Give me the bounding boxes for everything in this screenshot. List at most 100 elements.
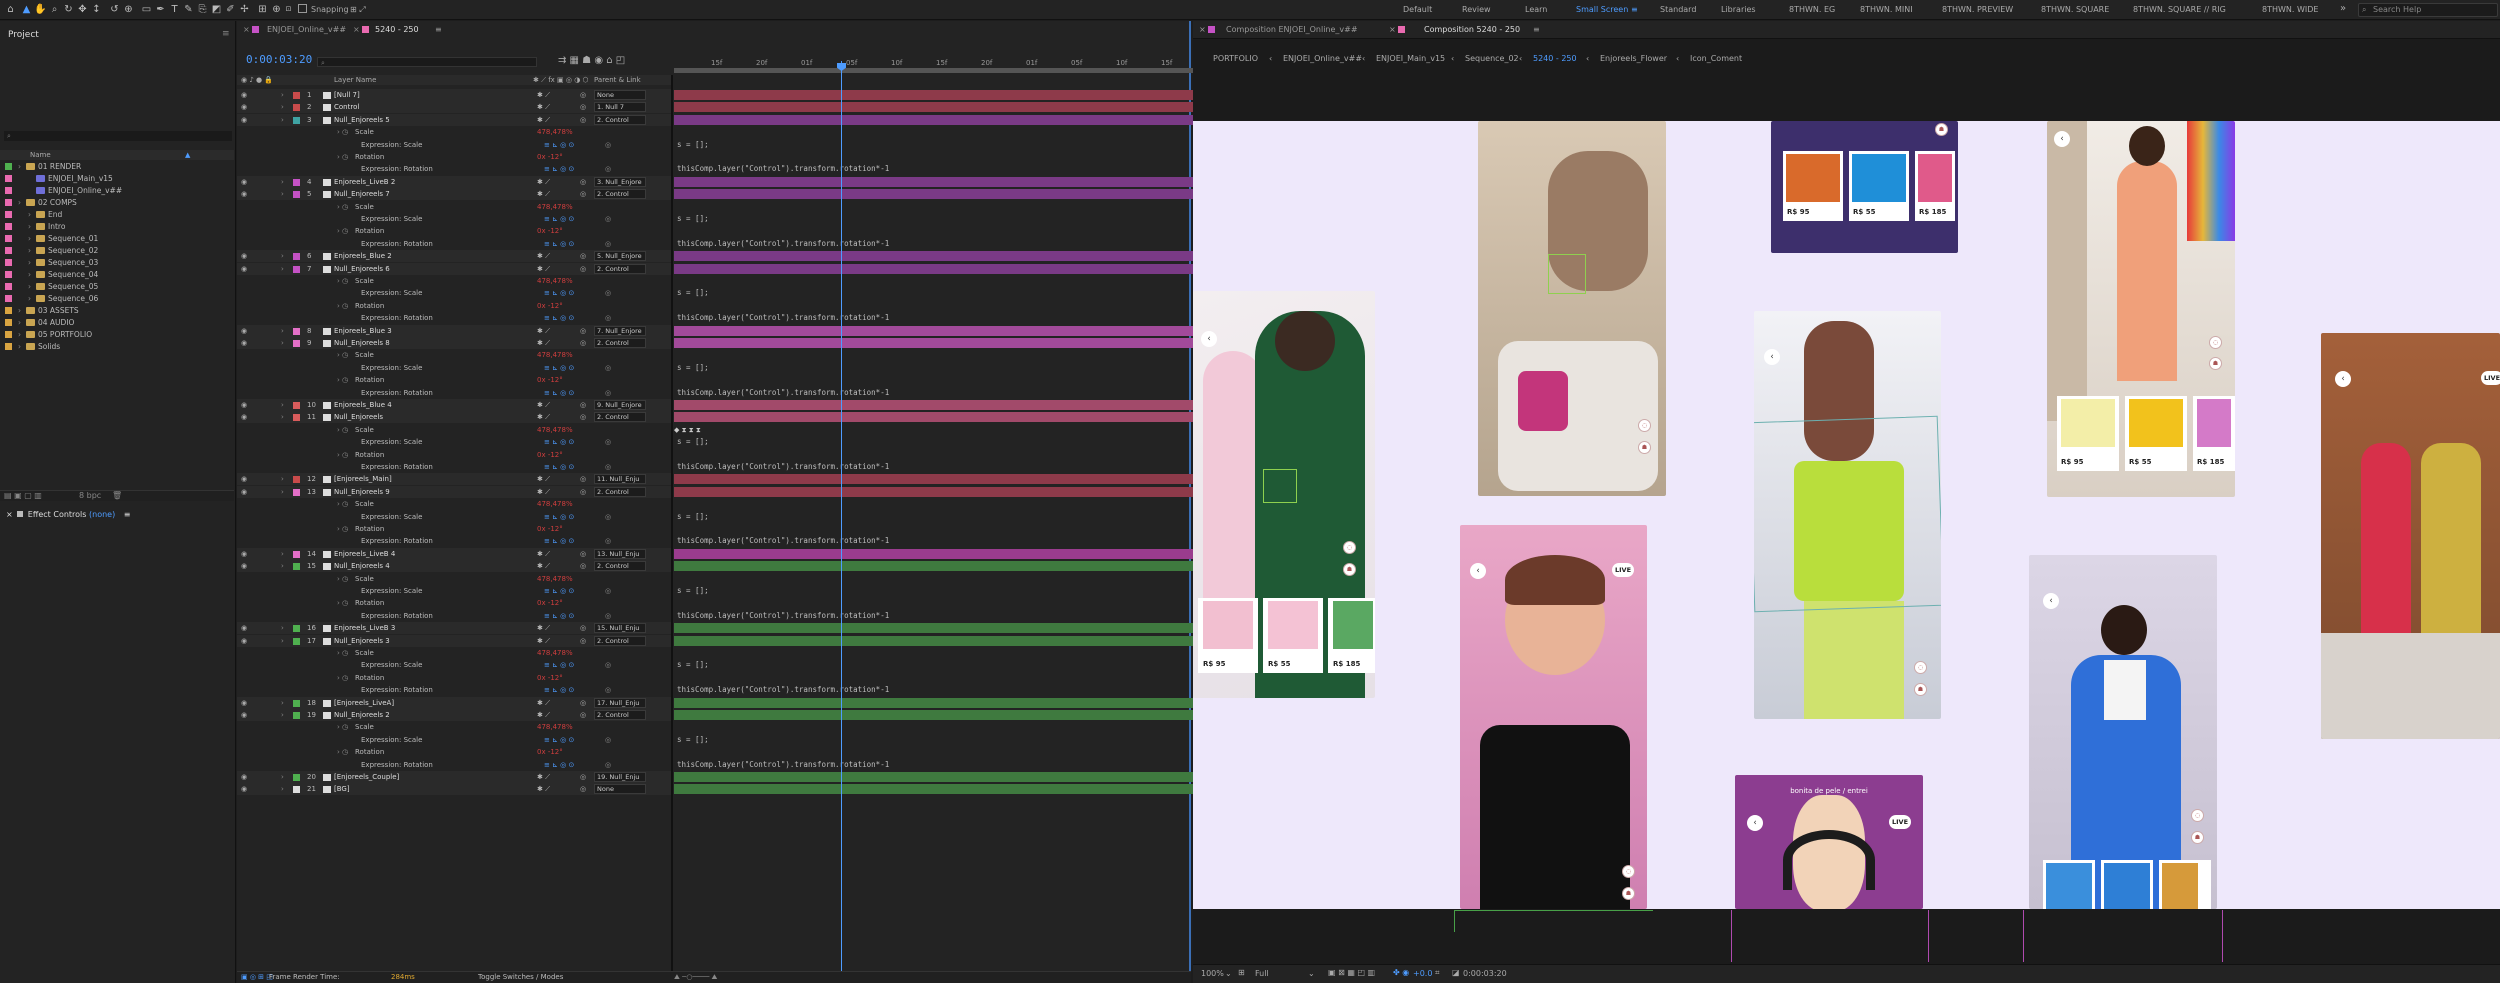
layer-label-swatch[interactable]	[293, 253, 300, 261]
visibility-eye-icon[interactable]: ◉	[241, 114, 247, 126]
layer-twirl-icon[interactable]: ›	[281, 250, 284, 262]
property-row[interactable]: › ◷ Scale 478,478%	[237, 275, 671, 287]
project-item[interactable]: › Solids	[0, 341, 234, 352]
layer-name[interactable]: Enjoreels_Blue 3	[334, 325, 392, 337]
layer-label-swatch[interactable]	[293, 637, 300, 645]
layer-switches-icon[interactable]: ✱ ⟋	[537, 486, 550, 498]
property-value[interactable]: 478,478%	[537, 498, 573, 510]
tab-close-icon[interactable]: ×	[243, 25, 250, 34]
effect-controls-close-icon[interactable]: ×	[6, 510, 13, 519]
property-value[interactable]: 478,478%	[537, 424, 573, 436]
layer-switches-icon[interactable]: ✱ ⟋	[537, 101, 550, 113]
property-row[interactable]: Expression: Scale ≡ ⊾ ◎ ⊙ ◎	[237, 585, 671, 597]
rotate-tool-icon[interactable]: ↺	[108, 3, 121, 16]
layer-label-swatch[interactable]	[293, 92, 300, 99]
expression-pickwhip-icon[interactable]: ◎	[605, 734, 611, 746]
interpret-footage-icon[interactable]: ▤ ▣ ▢ ▥	[4, 491, 42, 500]
property-row[interactable]: Expression: Scale ≡ ⊾ ◎ ⊙ ◎	[237, 436, 671, 448]
breadcrumb-item[interactable]: 5240 - 250	[1533, 54, 1577, 63]
workspace-8thwn-square-rig[interactable]: 8THWN. SQUARE // RIG	[2133, 5, 2226, 14]
project-item[interactable]: ENJOEI_Main_v15	[0, 173, 234, 184]
layer-switches-icon[interactable]: ✱ ⟋	[537, 709, 550, 721]
expression-pickwhip-icon[interactable]: ◎	[605, 659, 611, 671]
effect-controls-tab[interactable]: × Effect Controls (none) ≡	[6, 510, 130, 519]
expression-text[interactable]: s = [];	[677, 512, 709, 521]
property-value[interactable]: 478,478%	[537, 647, 573, 659]
label-color-swatch[interactable]	[5, 307, 12, 314]
property-row[interactable]: Expression: Rotation ≡ ⊾ ◎ ⊙ ◎	[237, 684, 671, 696]
workspace-menu-icon[interactable]: ≡	[1631, 5, 1638, 14]
layer-switches-icon[interactable]: ✱ ⟋	[537, 473, 550, 485]
layer-twirl-icon[interactable]: ›	[281, 325, 284, 337]
tab-close-icon-2[interactable]: ×	[353, 25, 360, 34]
property-row[interactable]: › ◷ Rotation 0x -12°	[237, 746, 671, 758]
visibility-eye-icon[interactable]: ◉	[241, 622, 247, 634]
visibility-eye-icon[interactable]: ◉	[241, 635, 247, 647]
layer-row[interactable]: ◉ › 10 Enjoreels_Blue 4 ✱ ⟋ ◎ 9. Null_Enjore	[237, 399, 671, 411]
expression-controls-icon[interactable]: ≡ ⊾ ◎ ⊙	[544, 659, 574, 671]
exposure-value[interactable]: +0.0	[1413, 969, 1432, 978]
pickwhip-icon[interactable]: ◎	[580, 771, 586, 783]
property-row[interactable]: Expression: Rotation ≡ ⊾ ◎ ⊙ ◎	[237, 312, 671, 324]
expand-chevron-icon[interactable]: ›	[18, 341, 21, 352]
label-color-swatch[interactable]	[5, 343, 12, 350]
parent-dropdown[interactable]: 17. Null_Enju	[594, 697, 646, 708]
back-arrow-icon[interactable]: ‹	[1201, 331, 1217, 347]
label-color-swatch[interactable]	[5, 319, 12, 326]
layer-twirl-icon[interactable]: ›	[281, 399, 284, 411]
pickwhip-icon[interactable]: ◎	[580, 411, 586, 423]
expand-chevron-icon[interactable]: ›	[18, 161, 21, 172]
expression-controls-icon[interactable]: ≡ ⊾ ◎ ⊙	[544, 610, 574, 622]
layer-name[interactable]: Null_Enjoreels 6	[334, 263, 390, 275]
layer-switches-icon[interactable]: ✱ ⟋	[537, 325, 550, 337]
property-row[interactable]: Expression: Rotation ≡ ⊾ ◎ ⊙ ◎	[237, 610, 671, 622]
expression-controls-icon[interactable]: ≡ ⊾ ◎ ⊙	[544, 387, 574, 399]
layer-label-swatch[interactable]	[293, 625, 300, 633]
layer-name[interactable]: Null_Enjoreels 5	[334, 114, 390, 126]
expression-controls-icon[interactable]: ≡ ⊾ ◎ ⊙	[544, 461, 574, 473]
property-row[interactable]: Expression: Scale ≡ ⊾ ◎ ⊙ ◎	[237, 362, 671, 374]
expression-pickwhip-icon[interactable]: ◎	[605, 535, 611, 547]
resolution-dropdown[interactable]: Full	[1255, 969, 1269, 978]
property-value[interactable]: 0x -12°	[537, 151, 563, 163]
selection-bounding-box[interactable]	[1754, 415, 1941, 613]
layer-twirl-icon[interactable]: ›	[281, 89, 284, 101]
pickwhip-icon[interactable]: ◎	[580, 263, 586, 275]
video-card-clothes-pile[interactable]: ◌ ☗	[1478, 121, 1666, 496]
layer-row[interactable]: ◉ › 15 Null_Enjoreels 4 ✱ ⟋ ◎ 2. Control	[237, 560, 671, 573]
stopwatch-icon[interactable]: › ◷	[337, 498, 348, 510]
layer-label-swatch[interactable]	[293, 476, 300, 484]
expression-controls-icon[interactable]: ≡ ⊾ ◎ ⊙	[544, 535, 574, 547]
layer-label-swatch[interactable]	[293, 550, 300, 558]
property-value[interactable]: 478,478%	[537, 349, 573, 361]
pickwhip-icon[interactable]: ◎	[580, 89, 586, 101]
cart-icon[interactable]: ☗	[1914, 683, 1927, 696]
pickwhip-icon[interactable]: ◎	[580, 473, 586, 485]
property-value[interactable]: 478,478%	[537, 201, 573, 213]
product-thumb[interactable]: R$ 95	[1783, 151, 1843, 221]
keyframe-markers[interactable]: ◆ ⧗ ⧗ ⧗	[674, 426, 701, 435]
layer-switches-icon[interactable]: ✱ ⟋	[537, 263, 550, 275]
property-row[interactable]: Expression: Scale ≡ ⊾ ◎ ⊙ ◎	[237, 734, 671, 746]
zoom-dropdown[interactable]: 100%	[1201, 969, 1224, 978]
stopwatch-icon[interactable]: › ◷	[337, 449, 348, 461]
orbit-tool-icon[interactable]: ↻	[62, 3, 75, 16]
layer-switches-icon[interactable]: ✱ ⟋	[537, 89, 550, 101]
show-snapshot-icon[interactable]: ◪	[1452, 968, 1460, 977]
workspace-8thwn-preview[interactable]: 8THWN. PREVIEW	[1942, 5, 2013, 14]
product-thumb[interactable]: R$ 55	[1849, 151, 1909, 221]
property-row[interactable]: Expression: Rotation ≡ ⊾ ◎ ⊙ ◎	[237, 759, 671, 771]
stopwatch-icon[interactable]: › ◷	[337, 597, 348, 609]
expand-chevron-icon[interactable]: ›	[18, 329, 21, 340]
stopwatch-icon[interactable]: › ◷	[337, 300, 348, 312]
video-card-green-top[interactable]: ‹ ◌ ☗	[1754, 311, 1941, 719]
property-row[interactable]: Expression: Scale ≡ ⊾ ◎ ⊙ ◎	[237, 139, 671, 151]
expression-controls-icon[interactable]: ≡ ⊾ ◎ ⊙	[544, 585, 574, 597]
parent-dropdown[interactable]: 19. Null_Enju	[594, 772, 646, 782]
layer-name[interactable]: [Null 7]	[334, 89, 360, 101]
visibility-eye-icon[interactable]: ◉	[241, 89, 247, 101]
type-tool-icon[interactable]: T	[168, 3, 181, 16]
layer-switches-icon[interactable]: ✱ ⟋	[537, 560, 550, 572]
expand-chevron-icon[interactable]: ›	[28, 233, 31, 244]
workspace-8thwn-wide[interactable]: 8THWN. WIDE	[2262, 5, 2318, 14]
